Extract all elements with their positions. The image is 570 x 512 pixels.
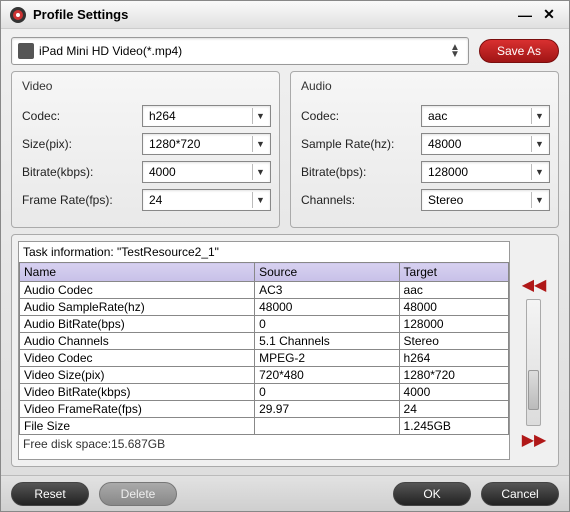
video-codec-select[interactable]: h264▼ [142, 105, 271, 127]
table-row[interactable]: Audio BitRate(bps)0128000 [20, 316, 509, 333]
task-info-area: Task information: "TestResource2_1" Name… [11, 234, 559, 467]
table-cell [255, 418, 399, 435]
table-row[interactable]: Audio CodecAC3aac [20, 282, 509, 299]
video-size-select[interactable]: 1280*720▼ [142, 133, 271, 155]
table-row[interactable]: Audio Channels5.1 ChannelsStereo [20, 333, 509, 350]
table-cell: 1.245GB [399, 418, 508, 435]
content-area: iPad Mini HD Video(*.mp4) ▲▼ Save As Vid… [1, 29, 569, 475]
col-target[interactable]: Target [399, 263, 508, 282]
updown-icon: ▲▼ [448, 44, 462, 58]
window-title: Profile Settings [33, 7, 513, 22]
reset-button[interactable]: Reset [11, 482, 89, 506]
task-table: Name Source Target Audio CodecAC3aacAudi… [19, 262, 509, 435]
table-row[interactable]: Video Size(pix)720*4801280*720 [20, 367, 509, 384]
table-cell: AC3 [255, 282, 399, 299]
chevron-down-icon: ▼ [252, 164, 268, 180]
titlebar: Profile Settings — ✕ [1, 1, 569, 29]
video-framerate-select[interactable]: 24▼ [142, 189, 271, 211]
table-cell: File Size [20, 418, 255, 435]
table-cell: Audio BitRate(bps) [20, 316, 255, 333]
audio-channels-label: Channels: [301, 193, 421, 207]
table-cell: h264 [399, 350, 508, 367]
close-button[interactable]: ✕ [537, 6, 561, 23]
table-cell: Audio Channels [20, 333, 255, 350]
task-info-panel: Task information: "TestResource2_1" Name… [18, 241, 510, 460]
profile-select[interactable]: iPad Mini HD Video(*.mp4) ▲▼ [11, 37, 469, 65]
cancel-button[interactable]: Cancel [481, 482, 559, 506]
ok-button[interactable]: OK [393, 482, 471, 506]
table-cell: 128000 [399, 316, 508, 333]
audio-panel: Audio Codec: aac▼ Sample Rate(hz): 48000… [290, 71, 559, 228]
col-name[interactable]: Name [20, 263, 255, 282]
chevron-down-icon: ▼ [252, 136, 268, 152]
bottom-bar: Reset Delete OK Cancel [1, 475, 569, 511]
audio-codec-select[interactable]: aac▼ [421, 105, 550, 127]
prev-task-button[interactable]: ◀◀ [522, 275, 547, 295]
video-codec-label: Codec: [22, 109, 142, 123]
table-cell: 48000 [399, 299, 508, 316]
table-cell: Stereo [399, 333, 508, 350]
table-cell: 48000 [255, 299, 399, 316]
video-bitrate-label: Bitrate(kbps): [22, 165, 142, 179]
audio-codec-label: Codec: [301, 109, 421, 123]
chevron-down-icon: ▼ [252, 192, 268, 208]
table-cell: 29.97 [255, 401, 399, 418]
table-row[interactable]: Video BitRate(kbps)04000 [20, 384, 509, 401]
table-cell: Audio Codec [20, 282, 255, 299]
table-cell: Video FrameRate(fps) [20, 401, 255, 418]
chevron-down-icon: ▼ [531, 108, 547, 124]
table-cell: Video BitRate(kbps) [20, 384, 255, 401]
table-row[interactable]: Video FrameRate(fps)29.9724 [20, 401, 509, 418]
settings-panels: Video Codec: h264▼ Size(pix): 1280*720▼ … [11, 71, 559, 228]
table-cell: Audio SampleRate(hz) [20, 299, 255, 316]
video-size-label: Size(pix): [22, 137, 142, 151]
free-disk-label: Free disk space:15.687GB [19, 435, 509, 453]
save-as-button[interactable]: Save As [479, 39, 559, 63]
app-icon [9, 6, 27, 24]
table-cell: 4000 [399, 384, 508, 401]
table-cell: MPEG-2 [255, 350, 399, 367]
chevron-down-icon: ▼ [531, 136, 547, 152]
table-row[interactable]: Video CodecMPEG-2h264 [20, 350, 509, 367]
audio-bitrate-label: Bitrate(bps): [301, 165, 421, 179]
profile-row: iPad Mini HD Video(*.mp4) ▲▼ Save As [11, 37, 559, 65]
table-cell: aac [399, 282, 508, 299]
profile-select-text: iPad Mini HD Video(*.mp4) [39, 44, 448, 58]
table-row[interactable]: Audio SampleRate(hz)4800048000 [20, 299, 509, 316]
chevron-down-icon: ▼ [531, 192, 547, 208]
table-cell: 720*480 [255, 367, 399, 384]
audio-channels-select[interactable]: Stereo▼ [421, 189, 550, 211]
task-scrollbar[interactable] [526, 299, 541, 426]
col-source[interactable]: Source [255, 263, 399, 282]
profile-settings-dialog: Profile Settings — ✕ iPad Mini HD Video(… [0, 0, 570, 512]
device-icon [18, 43, 34, 59]
audio-samplerate-label: Sample Rate(hz): [301, 137, 421, 151]
delete-button: Delete [99, 482, 177, 506]
table-cell: Video Codec [20, 350, 255, 367]
video-panel-title: Video [22, 76, 271, 99]
video-panel: Video Codec: h264▼ Size(pix): 1280*720▼ … [11, 71, 280, 228]
chevron-down-icon: ▼ [252, 108, 268, 124]
table-cell: 24 [399, 401, 508, 418]
table-cell: Video Size(pix) [20, 367, 255, 384]
table-cell: 0 [255, 316, 399, 333]
audio-samplerate-select[interactable]: 48000▼ [421, 133, 550, 155]
minimize-button[interactable]: — [513, 7, 537, 23]
table-row[interactable]: File Size 1.245GB [20, 418, 509, 435]
next-task-button[interactable]: ▶▶ [522, 430, 547, 450]
video-framerate-label: Frame Rate(fps): [22, 193, 142, 207]
table-cell: 0 [255, 384, 399, 401]
audio-bitrate-select[interactable]: 128000▼ [421, 161, 550, 183]
table-cell: 1280*720 [399, 367, 508, 384]
chevron-down-icon: ▼ [531, 164, 547, 180]
audio-panel-title: Audio [301, 76, 550, 99]
task-side-nav: ◀◀ ▶▶ [516, 241, 552, 460]
scrollbar-thumb[interactable] [528, 370, 539, 410]
task-info-title: Task information: "TestResource2_1" [19, 242, 509, 262]
table-cell: 5.1 Channels [255, 333, 399, 350]
video-bitrate-select[interactable]: 4000▼ [142, 161, 271, 183]
